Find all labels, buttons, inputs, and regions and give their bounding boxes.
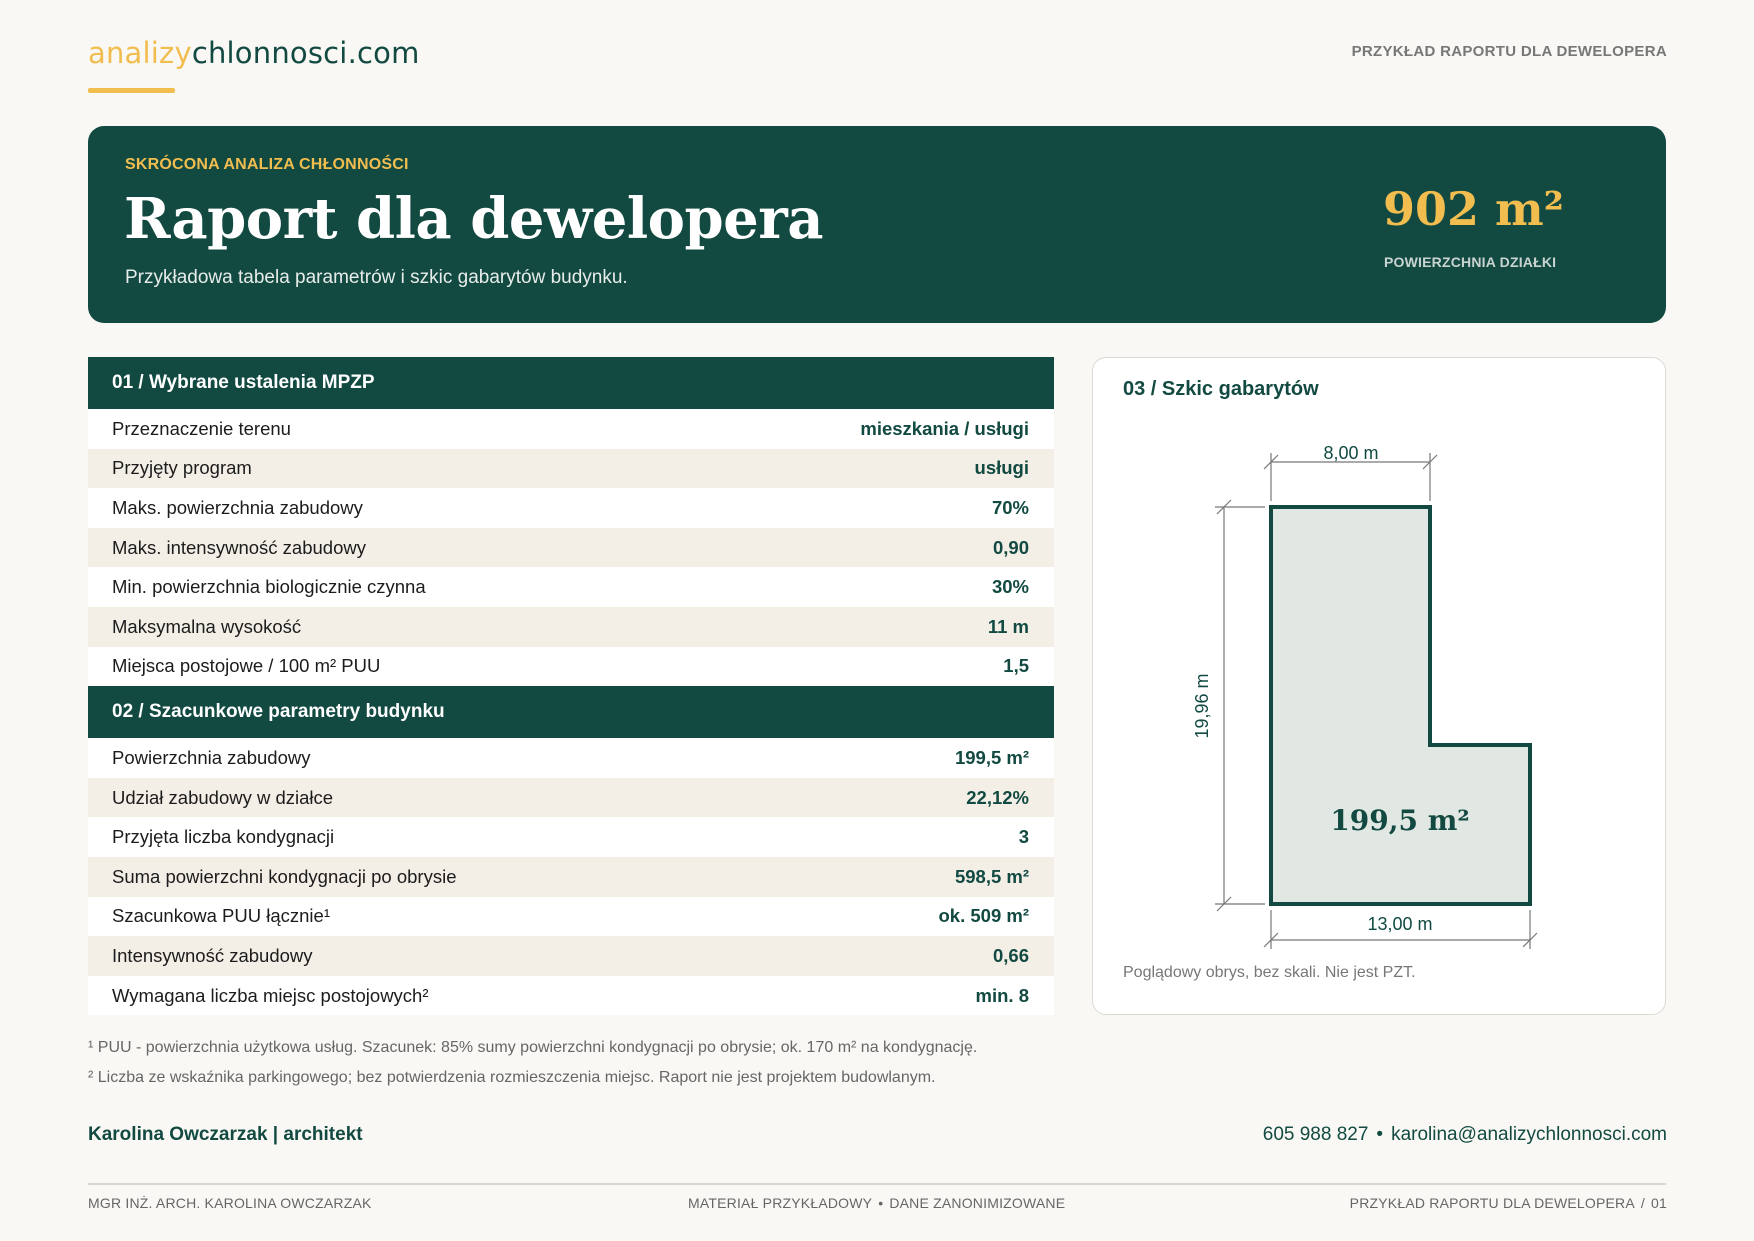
footer-center-separator: • [878,1195,884,1211]
sketch-caption: Poglądowy obrys, bez skali. Nie jest PZT… [1123,964,1416,981]
table-row: Suma powierzchni kondygnacji po obrysie 5… [88,856,1054,897]
table-row: Maks. intensywność zabudowy 0,90 [88,527,1054,568]
sketch-card: 03 / Szkic gabarytów 8,00 m 19,96 m 13,0… [1092,357,1666,1015]
table-row: Przeznaczenie terenu mieszkania / usługi [88,409,1054,449]
dimension-left-label: 19,96 m [1192,673,1212,738]
contact-info: 605 988 827 • karolina@analizychlonnosci.c… [1263,1124,1667,1146]
row-label: Miejsca postojowe / 100 m² PUU [112,655,381,677]
dimension-bottom-label: 13,00 m [1367,914,1432,934]
table-row: Miejsca postojowe / 100 m² PUU 1,5 [88,646,1054,687]
building-sketch: 8,00 m 19,96 m 13,00 m 199,5 m² [1192,443,1538,949]
dimension-left [1215,499,1265,912]
contact-separator: • [1376,1124,1384,1145]
plot-area-value: 902 m² [1383,182,1564,236]
footer-page-separator: / [1640,1195,1646,1211]
row-label: Min. powierzchnia biologicznie czynna [112,576,426,598]
table-row: Wymagana liczba miejsc postojowych² min. … [88,975,1054,1016]
row-value: 0,66 [992,944,1029,966]
row-value: 3 [1018,826,1029,848]
footer-divider [88,1183,1666,1185]
row-label: Przyjęta liczba kondygnacji [112,826,335,848]
row-value: 1,5 [1003,655,1029,677]
section-mpzp-rows: Przeznaczenie terenu mieszkania / usługi … [88,409,1054,687]
table-row: Min. powierzchnia biologicznie czynna 30% [88,567,1054,607]
table-row: Przyjęta liczba kondygnacji 3 [88,817,1054,857]
sketch-area-label: 199,5 m² [1330,804,1469,837]
logo-part2: chlonnosci.com [191,36,420,70]
page-title: Raport dla dewelopera [124,186,824,252]
row-value: 0,90 [992,536,1029,558]
logo-part1: analizy [88,36,192,70]
row-label: Maksymalna wysokość [112,615,302,637]
row-value: min. 8 [975,984,1029,1006]
section-mpzp-heading: 01 / Wybrane ustalenia MPZP [88,357,1054,409]
row-value: usługi [974,457,1029,479]
row-value: mieszkania / usługi [860,417,1029,439]
row-value: 199,5 m² [954,746,1029,768]
dimension-top-label: 8,00 m [1323,443,1378,463]
footer-doc-label: PRZYKŁAD RAPORTU DLA DEWELOPERA [1349,1195,1635,1211]
row-label: Maks. powierzchnia zabudowy [112,496,363,518]
table-row: Maks. powierzchnia zabudowy 70% [88,488,1054,528]
row-label: Powierzchnia zabudowy [112,746,311,768]
author-name: Karolina Owczarzak | architekt [88,1124,363,1145]
row-value: 22,12% [966,786,1029,808]
row-label: Maks. intensywność zabudowy [112,536,366,558]
row-label: Intensywność zabudowy [112,944,313,966]
hero-subtitle: Przykładowa tabela parametrów i szkic ga… [125,267,628,288]
header-doc-label: PRZYKŁAD RAPORTU DLA DEWELOPERA [1351,43,1667,60]
footer-page: PRZYKŁAD RAPORTU DLA DEWELOPERA / 01 [1350,1195,1667,1211]
footer-author: MGR INŻ. ARCH. KAROLINA OWCZARZAK [88,1195,372,1211]
row-value: 11 m [987,615,1029,637]
footer-center-b: DANE ZANONIMIZOWANE [889,1195,1066,1211]
table-row: Udział zabudowy w działce 22,12% [88,777,1054,818]
row-label: Suma powierzchni kondygnacji po obrysie [112,865,457,887]
row-label: Szacunkowa PUU łącznie¹ [112,905,330,927]
row-value: 598,5 m² [954,865,1029,887]
table-row: Szacunkowa PUU łącznie¹ ok. 509 m² [88,896,1054,937]
hero-eyebrow: SKRÓCONA ANALIZA CHŁONNOŚCI [125,156,409,173]
section-building-heading: 02 / Szacunkowe parametry budynku [88,686,1054,739]
building-outline [1269,505,1532,906]
logo-underline [88,88,175,93]
phone-link[interactable]: 605 988 827 [1263,1124,1369,1145]
section-building-rows: Powierzchnia zabudowy 199,5 m² Udział zab… [88,738,1054,1016]
plot-area-label: POWIERZCHNIA DZIAŁKI [1384,254,1557,270]
hero-banner: SKRÓCONA ANALIZA CHŁONNOŚCI Raport dla d… [88,126,1666,323]
parameter-tables: 01 / Wybrane ustalenia MPZP Przeznaczeni… [88,357,1054,1016]
table-row: Powierzchnia zabudowy 199,5 m² [88,738,1054,778]
row-label: Przeznaczenie terenu [112,417,291,439]
email-link[interactable]: karolina@analizychlonnosci.com [1391,1124,1667,1145]
table-row: Przyjęty program usługi [88,448,1054,489]
table-row: Intensywność zabudowy 0,66 [88,936,1054,976]
row-label: Przyjęty program [112,457,252,479]
row-value: 30% [991,576,1029,598]
table-row: Maksymalna wysokość 11 m [88,606,1054,647]
footer-center-a: MATERIAŁ PRZYKŁADOWY [688,1195,873,1211]
row-value: ok. 509 m² [938,905,1030,927]
row-value: 70% [991,496,1029,518]
row-label: Udział zabudowy w działce [112,786,334,808]
row-label: Wymagana liczba miejsc postojowych² [112,984,429,1006]
footer-center: MATERIAŁ PRZYKŁADOWY • DANE ZANONIMIZOWANE [688,1195,1065,1211]
footnote-1: ¹ PUU - powierzchnia użytkowa usług. Sza… [88,1039,978,1056]
logo: analizychlonnosci.com [88,36,420,70]
footnote-2: ² Liczba ze wskaźnika parkingowego; bez … [88,1069,936,1086]
page-number: 01 [1651,1195,1667,1211]
